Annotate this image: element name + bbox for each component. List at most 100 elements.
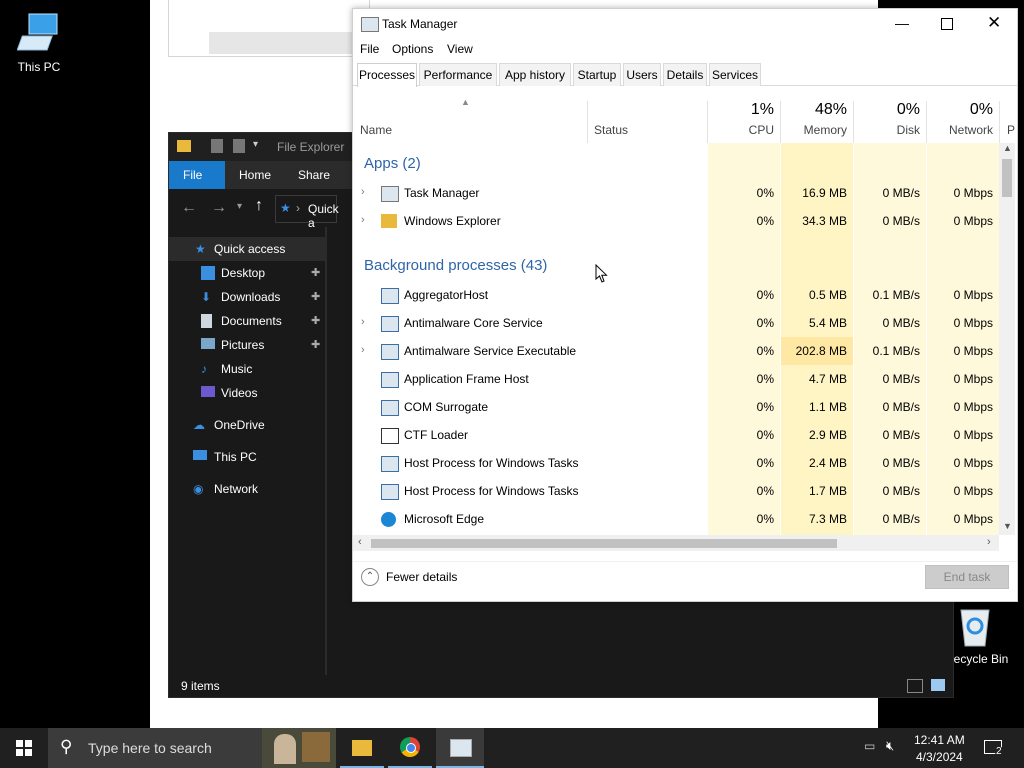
- nav-item-music[interactable]: ♪ Music: [169, 357, 325, 381]
- window-title: Task Manager: [382, 17, 458, 31]
- column-header-name[interactable]: Name: [353, 87, 587, 143]
- menu-item-file[interactable]: File: [360, 42, 379, 56]
- clock-date[interactable]: 4/3/2024: [916, 750, 963, 764]
- show-hidden-icons-icon[interactable]: ▭: [864, 739, 875, 753]
- column-label: Disk: [896, 123, 920, 137]
- cpu-value: 0%: [756, 428, 774, 442]
- nav-item-this-pc[interactable]: This PC: [169, 445, 325, 469]
- process-row[interactable]: › Antimalware Core Service 0% 5.4 MB 0 M…: [353, 309, 999, 337]
- menu-item-options[interactable]: Options: [392, 42, 433, 56]
- process-name: COM Surrogate: [404, 400, 489, 414]
- expand-chevron-icon[interactable]: ›: [361, 186, 365, 198]
- tab-services[interactable]: Services: [709, 63, 761, 86]
- nav-item-documents[interactable]: Documents ✚: [169, 309, 325, 333]
- desktop-icon-this-pc[interactable]: This PC: [4, 12, 74, 74]
- minimize-icon[interactable]: —: [895, 15, 909, 31]
- windows-logo-icon: [16, 740, 32, 756]
- menu-item-view[interactable]: View: [447, 42, 473, 56]
- volume-muted-icon[interactable]: 🔇︎: [886, 738, 894, 754]
- scroll-right-arrow-icon[interactable]: ›: [987, 536, 991, 548]
- pin-icon[interactable]: ✚: [311, 261, 320, 285]
- column-header-network[interactable]: 0% Network: [927, 87, 999, 143]
- service-window-icon: [381, 372, 399, 388]
- process-row[interactable]: COM Surrogate 0% 1.1 MB 0 MB/s 0 Mbps: [353, 393, 999, 421]
- cpu-value: 0%: [756, 186, 774, 200]
- taskbar-file-explorer[interactable]: [340, 728, 384, 768]
- process-row[interactable]: Host Process for Windows Tasks 0% 1.7 MB…: [353, 477, 999, 505]
- search-icon: ⚲: [60, 737, 73, 756]
- task-manager-icon: [450, 739, 472, 757]
- nav-item-network[interactable]: ◉ Network: [169, 477, 325, 501]
- nav-item-quick-access[interactable]: ★ Quick access: [169, 237, 325, 261]
- large-icons-view-icon[interactable]: [931, 679, 945, 691]
- nav-item-pictures[interactable]: Pictures ✚: [169, 333, 325, 357]
- nav-item-onedrive[interactable]: ☁ OneDrive: [169, 413, 325, 437]
- nav-item-desktop[interactable]: Desktop ✚: [169, 261, 325, 285]
- vertical-scrollbar[interactable]: ▲ ▼: [999, 143, 1015, 535]
- back-arrow-icon[interactable]: ←: [181, 199, 197, 217]
- tab-performance[interactable]: Performance: [419, 63, 497, 86]
- end-task-button[interactable]: End task: [925, 565, 1009, 589]
- process-row[interactable]: AggregatorHost 0% 0.5 MB 0.1 MB/s 0 Mbps: [353, 281, 999, 309]
- memory-value: 4.7 MB: [808, 372, 847, 386]
- clock-time[interactable]: 12:41 AM: [914, 733, 965, 747]
- notification-badge: 2: [995, 746, 1003, 757]
- expand-chevron-icon[interactable]: ›: [361, 344, 365, 356]
- process-row-task-manager[interactable]: › Task Manager 0% 16.9 MB 0 MB/s 0 Mbps: [353, 179, 999, 207]
- nav-label: Pictures: [221, 338, 265, 352]
- recent-locations-chevron-icon[interactable]: ▾: [237, 201, 242, 212]
- notification-center-button[interactable]: 2: [980, 736, 1004, 760]
- tab-startup[interactable]: Startup: [573, 63, 621, 86]
- tab-details[interactable]: Details: [663, 63, 707, 86]
- tab-users[interactable]: Users: [623, 63, 661, 86]
- expand-chevron-icon[interactable]: ›: [361, 214, 365, 226]
- ribbon-tab-share[interactable]: Share: [284, 161, 344, 189]
- column-header-cpu[interactable]: 1% CPU: [708, 87, 780, 143]
- nav-pane-divider[interactable]: [325, 227, 327, 675]
- ribbon-tab-file[interactable]: File: [169, 161, 225, 189]
- horizontal-scroll-thumb[interactable]: [371, 539, 837, 548]
- disk-value: 0.1 MB/s: [872, 288, 920, 302]
- column-header-status[interactable]: Status: [588, 87, 706, 143]
- process-row[interactable]: Microsoft Edge 0% 7.3 MB 0 MB/s 0 Mbps: [353, 505, 999, 533]
- vertical-scroll-thumb[interactable]: [1002, 159, 1012, 197]
- process-row[interactable]: CTF Loader 0% 2.9 MB 0 MB/s 0 Mbps: [353, 421, 999, 449]
- scroll-up-arrow-icon[interactable]: ▲: [1003, 143, 1012, 153]
- details-view-icon[interactable]: [907, 679, 923, 693]
- search-box[interactable]: ⚲ Type here to search: [48, 728, 336, 768]
- background-window-graphic: [168, 0, 370, 57]
- process-row[interactable]: Host Process for Windows Tasks 0% 2.4 MB…: [353, 449, 999, 477]
- address-input[interactable]: ★ › Quick a: [275, 195, 339, 230]
- nav-item-downloads[interactable]: ⬇ Downloads ✚: [169, 285, 325, 309]
- taskbar-task-manager[interactable]: [436, 728, 484, 768]
- nav-item-videos[interactable]: Videos: [169, 381, 325, 405]
- process-row-windows-explorer[interactable]: › Windows Explorer 0% 34.3 MB 0 MB/s 0 M…: [353, 207, 999, 235]
- expand-chevron-icon[interactable]: ›: [361, 316, 365, 328]
- pin-icon[interactable]: ✚: [311, 309, 320, 333]
- start-button[interactable]: [0, 728, 48, 768]
- forward-arrow-icon[interactable]: →: [211, 199, 227, 217]
- tab-app-history[interactable]: App history: [499, 63, 571, 86]
- pin-icon[interactable]: ✚: [311, 333, 320, 357]
- horizontal-scrollbar[interactable]: ‹ ›: [353, 535, 999, 551]
- checkmark-icon[interactable]: [211, 139, 223, 153]
- scroll-left-arrow-icon[interactable]: ‹: [358, 536, 362, 548]
- tab-processes[interactable]: Processes: [357, 63, 417, 87]
- chevron-down-icon[interactable]: ▾: [253, 139, 258, 150]
- column-header-disk[interactable]: 0% Disk: [854, 87, 926, 143]
- column-header-memory[interactable]: 48% Memory: [781, 87, 853, 143]
- taskbar-chrome[interactable]: [388, 728, 432, 768]
- process-row[interactable]: Application Frame Host 0% 4.7 MB 0 MB/s …: [353, 365, 999, 393]
- memory-value: 2.9 MB: [808, 428, 847, 442]
- process-row[interactable]: › Antimalware Service Executable 0% 202.…: [353, 337, 999, 365]
- close-icon[interactable]: ✕: [987, 13, 1001, 33]
- column-header-power-partial[interactable]: P: [1007, 123, 1015, 137]
- scroll-down-arrow-icon[interactable]: ▼: [1003, 521, 1012, 531]
- page-icon[interactable]: [233, 139, 245, 153]
- maximize-icon[interactable]: [941, 18, 953, 30]
- up-arrow-icon[interactable]: ↑: [255, 197, 263, 215]
- ribbon-tab-home[interactable]: Home: [225, 161, 285, 189]
- cpu-value: 0%: [756, 344, 774, 358]
- pin-icon[interactable]: ✚: [311, 285, 320, 309]
- network-value: 0 Mbps: [953, 400, 993, 414]
